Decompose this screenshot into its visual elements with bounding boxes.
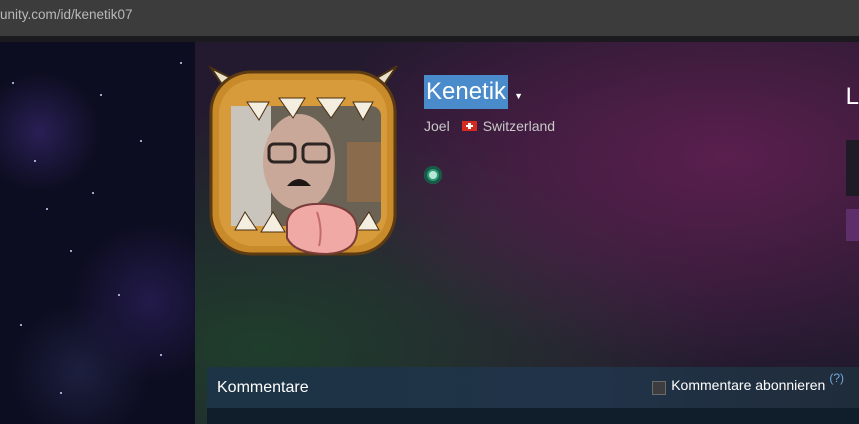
- subscribe-label[interactable]: Kommentare abonnieren: [671, 377, 825, 393]
- background-space: [0, 42, 195, 424]
- badge-icon[interactable]: [424, 166, 442, 184]
- swiss-flag-icon: [461, 121, 477, 131]
- comments-header: Kommentare Kommentare abonnieren (?): [207, 367, 859, 408]
- subscribe-toggle[interactable]: Kommentare abonnieren (?): [652, 371, 844, 395]
- persona-name[interactable]: Kenetik: [424, 75, 509, 109]
- avatar[interactable]: [207, 62, 401, 258]
- right-panel-card[interactable]: [846, 140, 859, 196]
- subscribe-checkbox[interactable]: [652, 381, 667, 395]
- address-bar-url[interactable]: unity.com/id/kenetik07: [0, 0, 859, 30]
- profile-subline: Joel Switzerland: [424, 118, 555, 134]
- address-bar[interactable]: unity.com/id/kenetik07: [0, 0, 859, 36]
- monster-frame-icon: [208, 65, 398, 256]
- chevron-down-icon[interactable]: ▼: [514, 91, 523, 101]
- country-name: Switzerland: [482, 118, 556, 134]
- real-name: Joel: [424, 118, 450, 134]
- comments-title: Kommentare: [217, 379, 309, 396]
- profile-header: Kenetik ▼ Joel Switzerland L Kommentare …: [195, 42, 859, 424]
- right-panel-button[interactable]: [846, 209, 859, 241]
- comments-area: [207, 408, 859, 424]
- right-panel-heading: L: [845, 83, 859, 110]
- help-link[interactable]: (?): [829, 371, 844, 385]
